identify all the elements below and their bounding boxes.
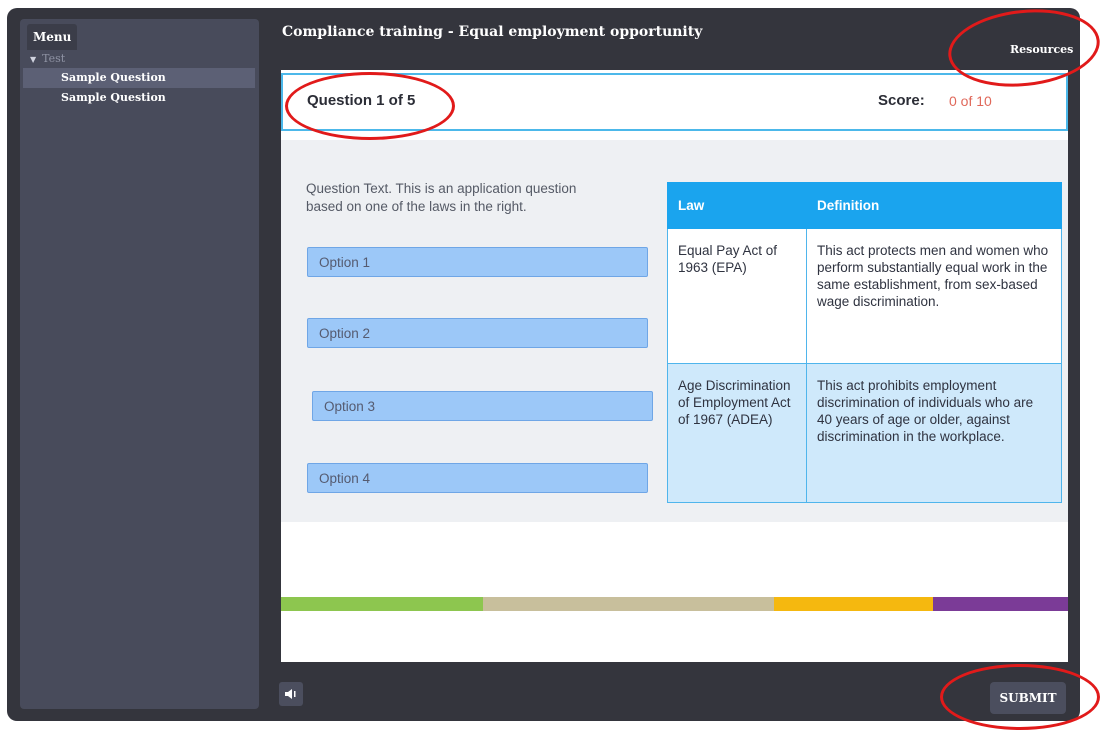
speaker-icon[interactable]	[279, 682, 303, 706]
tree-node-label: Test	[42, 52, 66, 65]
question-text: Question Text. This is an application qu…	[306, 181, 577, 214]
question-area: Question Text. This is an application qu…	[281, 140, 1068, 522]
tree-node-test[interactable]: ▼ Test	[20, 50, 259, 68]
law-cell: Equal Pay Act of 1963 (EPA)	[667, 228, 807, 364]
menu-item-sample-question-1[interactable]: Sample Question	[23, 68, 255, 88]
menu-item-sample-question-2[interactable]: Sample Question	[23, 88, 255, 108]
definition-cell: This act protects men and women who perf…	[806, 228, 1062, 364]
question-counter: Question 1 of 5	[307, 92, 416, 109]
stripe-segment	[774, 597, 933, 611]
score-value: 0 of 10	[949, 93, 992, 109]
slide-content: Question 1 of 5 Score: 0 of 10 Question …	[281, 70, 1068, 662]
definition-cell: This act prohibits employment discrimina…	[806, 363, 1062, 503]
option-4-button[interactable]: Option 4	[307, 463, 648, 493]
sidebar: Menu ▼ Test Sample Question Sample Questi…	[20, 19, 259, 709]
menu-tree: ▼ Test Sample Question Sample Question	[20, 50, 259, 108]
law-cell: Age Discrimination of Employment Act of …	[667, 363, 807, 503]
caret-down-icon[interactable]: ▼	[30, 55, 36, 64]
audio-button[interactable]	[279, 682, 303, 706]
menu-tab[interactable]: Menu	[27, 24, 77, 50]
table-header-row: Law Definition	[667, 182, 1062, 229]
option-3-button[interactable]: Option 3	[312, 391, 653, 421]
table-row: Age Discrimination of Employment Act of …	[667, 363, 1062, 503]
stripe-segment	[281, 597, 483, 611]
course-title: Compliance training - Equal employment o…	[282, 24, 703, 40]
column-header-law: Law	[667, 182, 807, 229]
submit-button[interactable]: SUBMIT	[990, 682, 1066, 714]
score-label: Score:	[878, 92, 925, 109]
question-header: Question 1 of 5 Score: 0 of 10	[281, 73, 1068, 131]
stripe-segment	[933, 597, 1068, 611]
law-definition-table: Law Definition Equal Pay Act of 1963 (EP…	[667, 182, 1062, 503]
stripe-segment	[483, 597, 774, 611]
color-stripe-bar	[281, 597, 1068, 611]
resources-button[interactable]: Resources	[1010, 43, 1073, 56]
table-row: Equal Pay Act of 1963 (EPA) This act pro…	[667, 228, 1062, 364]
option-2-button[interactable]: Option 2	[307, 318, 648, 348]
column-header-definition: Definition	[806, 182, 1062, 229]
option-1-button[interactable]: Option 1	[307, 247, 648, 277]
